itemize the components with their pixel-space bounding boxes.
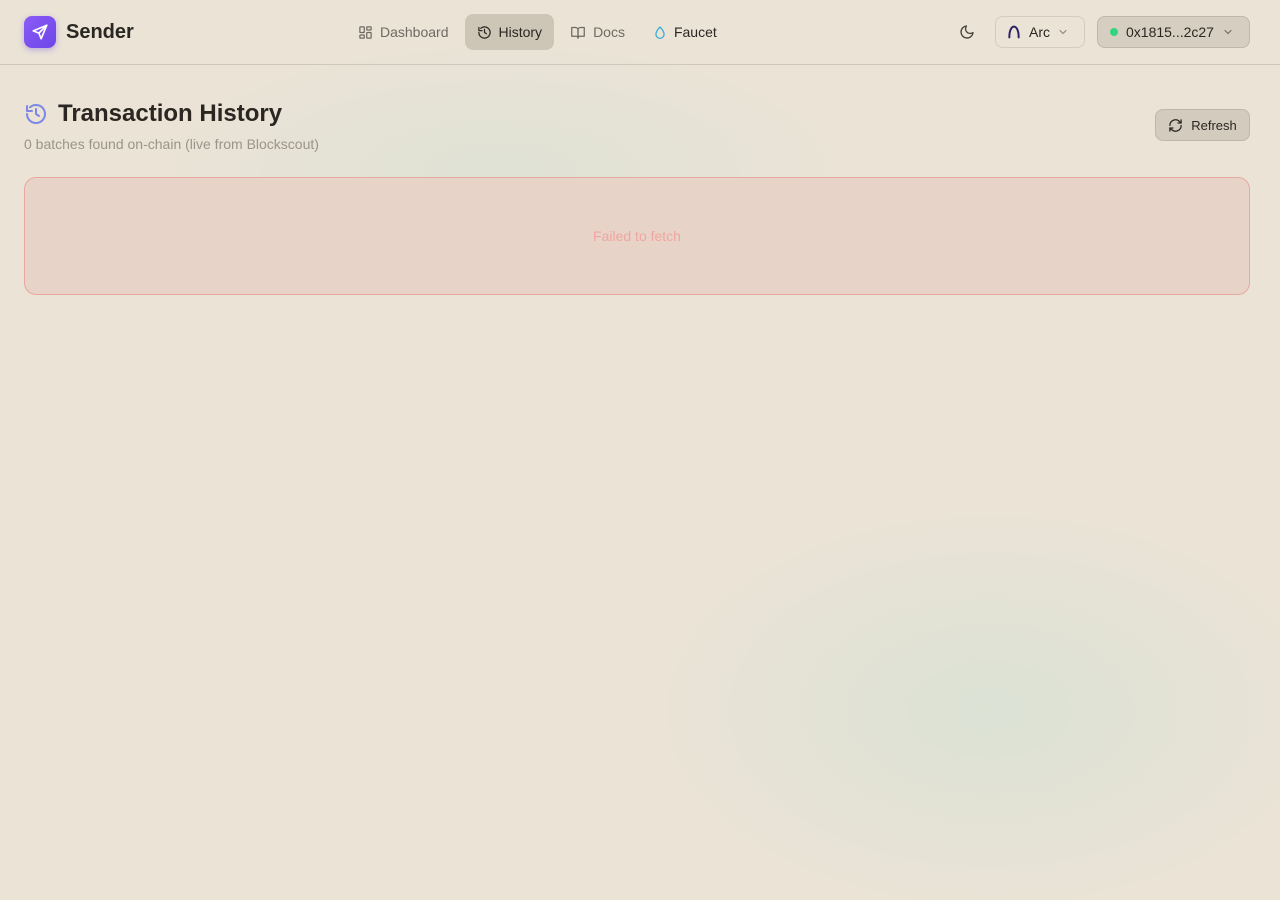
main-nav: Dashboard History Docs Faucet bbox=[346, 14, 729, 50]
nav-item-dashboard[interactable]: Dashboard bbox=[346, 14, 461, 50]
arc-network-icon bbox=[1008, 25, 1020, 39]
dashboard-grid-icon bbox=[359, 25, 372, 39]
nav-item-docs[interactable]: Docs bbox=[558, 14, 637, 50]
moon-icon bbox=[960, 25, 974, 39]
network-selector[interactable]: Arc bbox=[995, 16, 1085, 48]
network-label: Arc bbox=[1029, 24, 1050, 40]
nav-item-label: History bbox=[498, 24, 543, 40]
top-navbar: Sender Dashboard History Docs Faucet Arc… bbox=[0, 0, 1280, 65]
connection-status-dot bbox=[1110, 28, 1118, 36]
background-glow bbox=[640, 500, 1280, 900]
brand[interactable]: Sender bbox=[24, 16, 134, 48]
refresh-icon bbox=[1169, 118, 1182, 132]
chevron-down-icon bbox=[1059, 29, 1067, 35]
error-alert: Failed to fetch bbox=[24, 177, 1250, 295]
page-subtitle: 0 batches found on-chain (live from Bloc… bbox=[24, 136, 319, 152]
refresh-button[interactable]: Refresh bbox=[1155, 109, 1250, 141]
nav-item-label: Faucet bbox=[673, 24, 717, 40]
error-message: Failed to fetch bbox=[593, 228, 681, 244]
nav-item-history[interactable]: History bbox=[464, 14, 555, 50]
history-icon bbox=[477, 25, 491, 39]
page-header: Transaction History 0 batches found on-c… bbox=[24, 100, 319, 152]
nav-item-faucet[interactable]: Faucet bbox=[641, 14, 729, 50]
brand-name: Sender bbox=[66, 20, 134, 43]
send-logo-icon bbox=[24, 16, 56, 48]
droplet-icon bbox=[655, 25, 665, 39]
refresh-label: Refresh bbox=[1191, 117, 1237, 133]
wallet-button[interactable]: 0x1815...2c27 bbox=[1097, 16, 1250, 48]
theme-toggle-button[interactable] bbox=[951, 16, 983, 48]
page-title: Transaction History bbox=[58, 100, 283, 127]
wallet-address: 0x1815...2c27 bbox=[1126, 24, 1214, 40]
chevron-down-icon bbox=[1224, 29, 1232, 35]
history-icon bbox=[26, 104, 46, 124]
book-icon bbox=[571, 26, 585, 39]
nav-item-label: Dashboard bbox=[380, 24, 449, 40]
nav-item-label: Docs bbox=[593, 24, 625, 40]
